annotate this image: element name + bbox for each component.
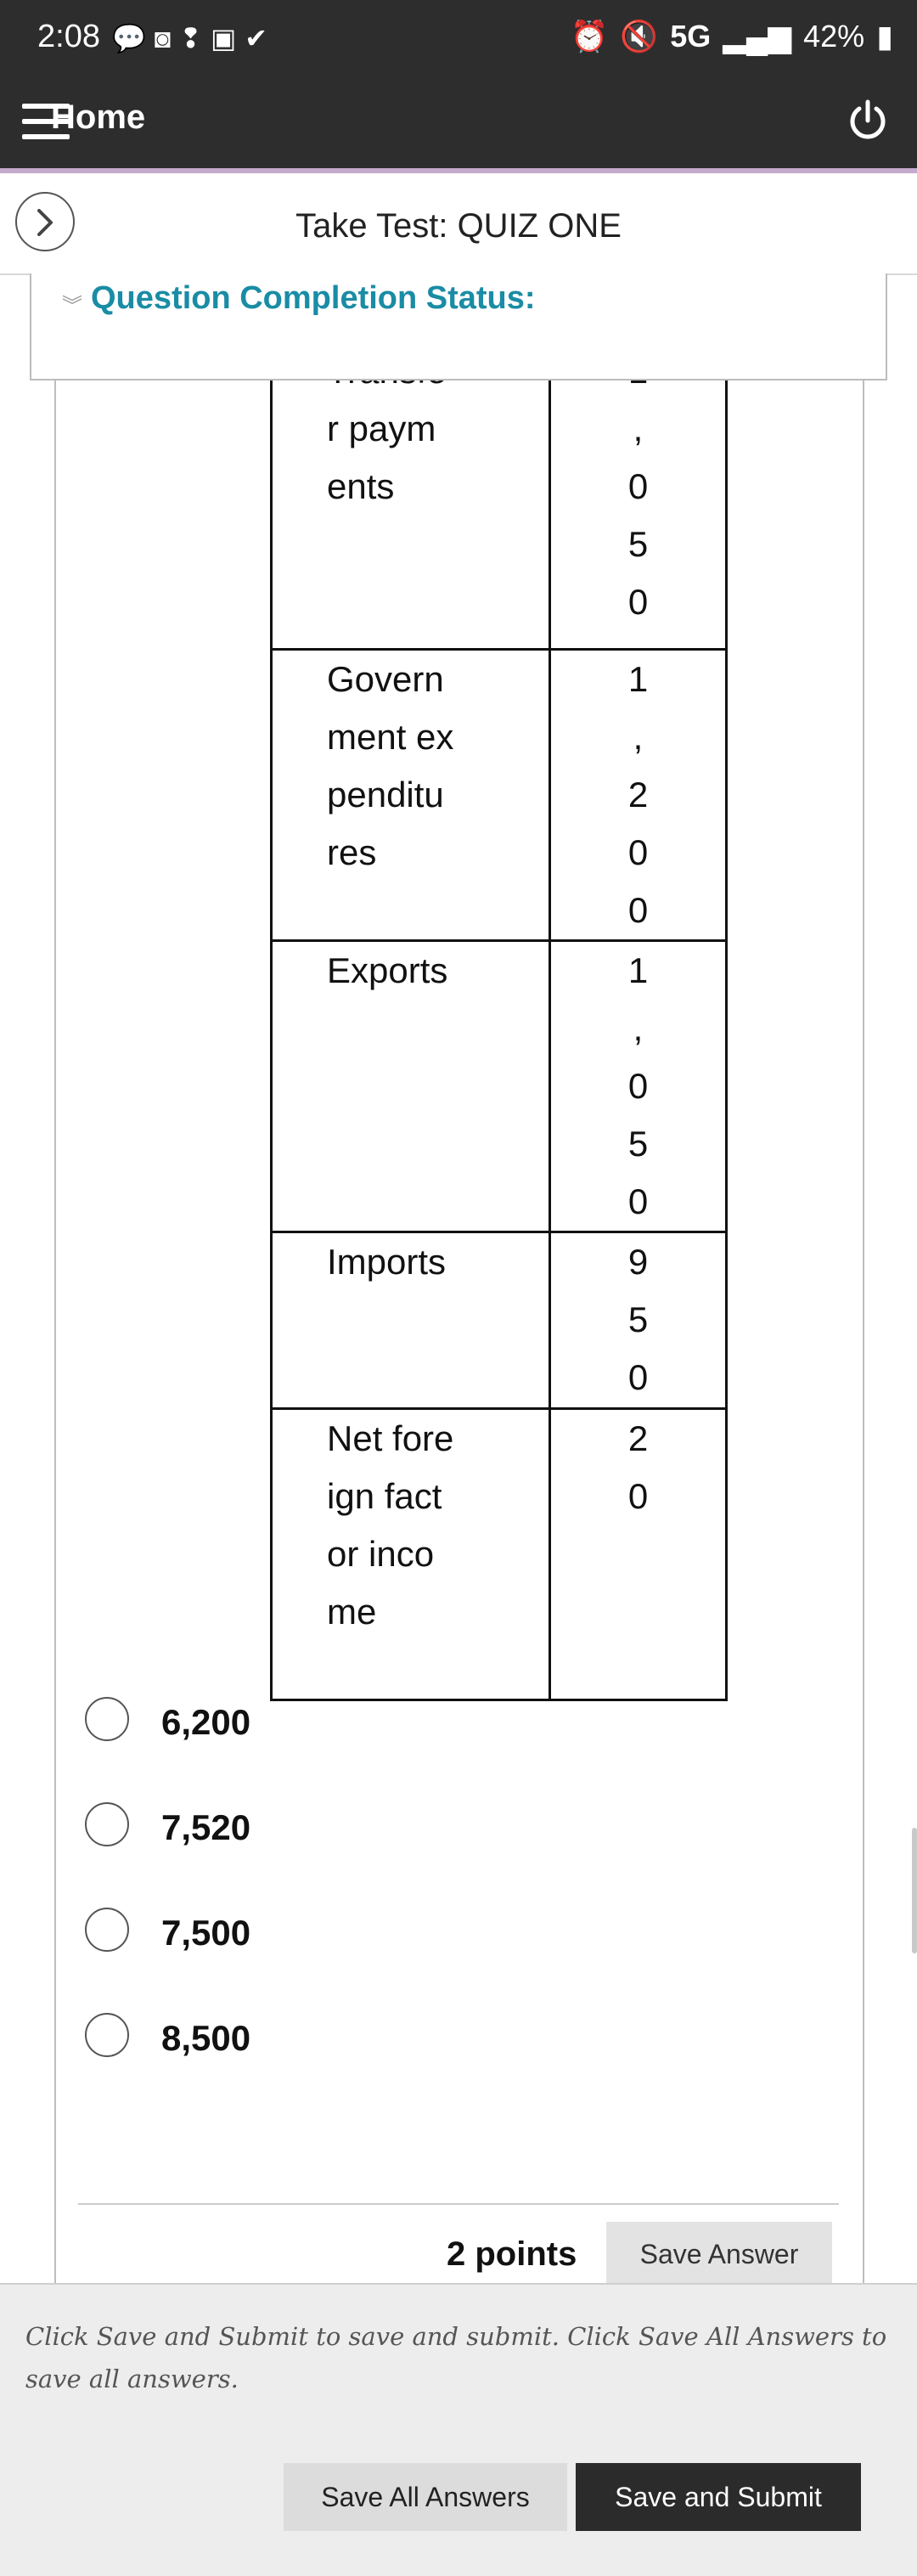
- save-all-answers-button[interactable]: Save All Answers: [284, 2463, 567, 2531]
- completion-status-panel: ︾ Question Completion Status:: [30, 273, 887, 380]
- points-label: 2 points: [447, 2235, 577, 2273]
- submit-panel: Click Save and Submit to save and submit…: [0, 2283, 917, 2576]
- option-label[interactable]: 8,500: [161, 2018, 250, 2059]
- option-label[interactable]: 7,500: [161, 1913, 250, 1953]
- table-cell-item: Government expenditures: [327, 659, 454, 872]
- home-link[interactable]: Home: [51, 99, 145, 137]
- table-row: Government expenditures 1,200: [270, 648, 728, 942]
- save-answer-button[interactable]: Save Answer: [606, 2222, 832, 2286]
- battery-label: 42%: [803, 19, 865, 54]
- double-chevron-down-icon[interactable]: ︾: [62, 289, 82, 318]
- scrollbar[interactable]: [912, 1828, 917, 1953]
- check-icon: ✔: [245, 23, 277, 54]
- completion-status-toggle[interactable]: Question Completion Status:: [91, 280, 536, 317]
- camera-icon: ◙: [154, 23, 180, 54]
- notification-icons: 💬◙❢▣✔: [112, 22, 276, 54]
- battery-icon: ▮: [876, 19, 893, 54]
- chat-icon: 💬: [112, 23, 155, 54]
- mute-icon: 🔇: [620, 19, 659, 54]
- question-divider: [78, 2203, 839, 2205]
- top-bar: Home: [0, 82, 917, 170]
- radio-button[interactable]: [85, 2013, 129, 2057]
- table-cell-item: Imports: [327, 1242, 447, 1282]
- alarm-icon: ⏰: [570, 19, 609, 54]
- table-cell-value: 1,050: [627, 950, 649, 1221]
- page-title: Take Test: QUIZ ONE: [295, 207, 622, 245]
- radio-button[interactable]: [85, 1908, 129, 1952]
- data-table: Transfer payments 1,050 Government expen…: [270, 351, 728, 1701]
- option-label[interactable]: 7,520: [161, 1807, 250, 1848]
- system-icons: ⏰ 🔇 5G ▂▄▆ 42% ▮: [571, 19, 893, 54]
- status-bar: 2:08 💬◙❢▣✔ ⏰ 🔇 5G ▂▄▆ 42% ▮: [0, 0, 917, 82]
- gallery-icon: ▣: [210, 23, 245, 54]
- option-label[interactable]: 6,200: [161, 1702, 250, 1743]
- table-row: Transfer payments 1,050: [270, 351, 728, 651]
- radio-button[interactable]: [85, 1802, 129, 1846]
- table-cell-value: 1,200: [627, 659, 649, 930]
- table-cell-item: Exports: [327, 950, 448, 990]
- table-cell-value: 1,050: [627, 351, 649, 622]
- table-cell-value: 20: [627, 1418, 649, 1516]
- table-row: Net foreign factor income 20: [270, 1407, 728, 1701]
- table-cell-value: 950: [627, 1242, 649, 1397]
- status-time: 2:08: [37, 19, 100, 54]
- radio-button[interactable]: [85, 1697, 129, 1741]
- signal-icon: ▂▄▆: [723, 19, 792, 54]
- network-label: 5G: [670, 19, 712, 54]
- table-row: Imports 950: [270, 1231, 728, 1410]
- submit-help-text: Click Save and Submit to save and submit…: [25, 2322, 887, 2393]
- notification-icon: ❢: [179, 23, 211, 54]
- test-header: Take Test: QUIZ ONE: [0, 173, 917, 275]
- save-and-submit-button[interactable]: Save and Submit: [576, 2463, 861, 2531]
- table-cell-item: Net foreign factor income: [327, 1418, 454, 1632]
- question-container: Transfer payments 1,050 Government expen…: [54, 351, 864, 2285]
- power-icon[interactable]: [844, 97, 892, 144]
- table-row: Exports 1,050: [270, 939, 728, 1233]
